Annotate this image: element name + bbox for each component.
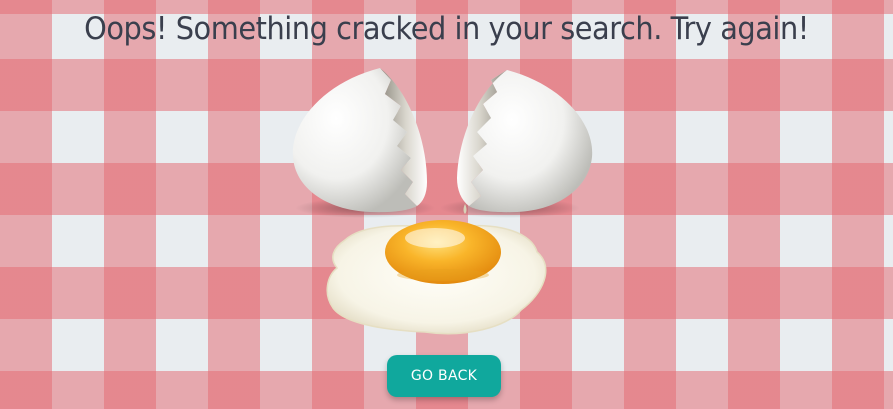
left-shell-half — [292, 68, 427, 213]
right-shell-half — [457, 70, 593, 214]
error-headline: Oops! Something cracked in your search. … — [84, 11, 809, 47]
go-back-button[interactable]: GO BACK — [387, 355, 501, 397]
cracked-egg-icon — [292, 68, 593, 335]
fried-egg — [326, 220, 547, 335]
